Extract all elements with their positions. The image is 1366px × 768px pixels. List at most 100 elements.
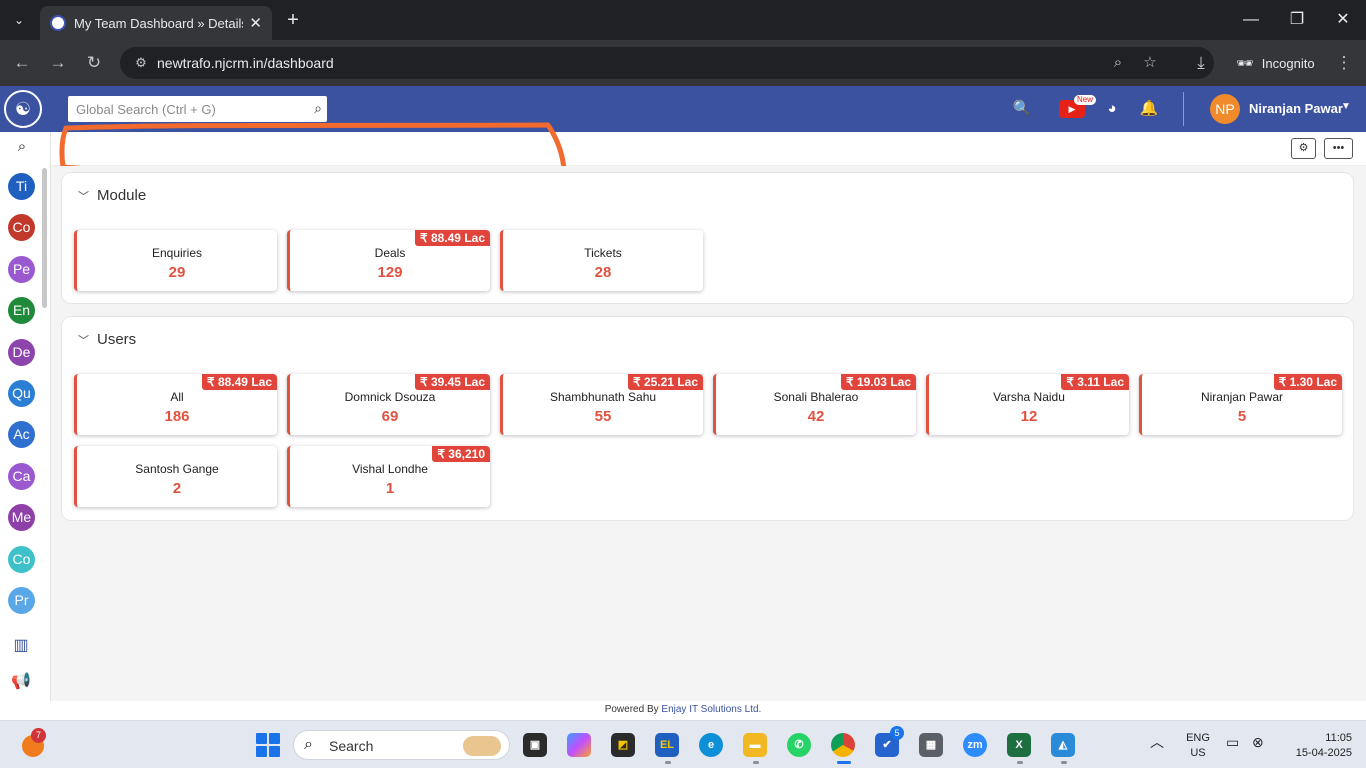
user-card-shambhunath-sahu[interactable]: ₹ 25.21 Lac Shambhunath Sahu 55 <box>500 374 703 435</box>
user-card-sonali-bhalerao[interactable]: ₹ 19.03 Lac Sonali Bhalerao 42 <box>713 374 916 435</box>
chevron-down-icon[interactable]: ﹀ <box>78 332 89 348</box>
sidebar-item-de[interactable]: De <box>8 339 35 366</box>
card-label: Varsha Naidu <box>993 390 1065 404</box>
card-count: 12 <box>1020 408 1038 425</box>
reload-icon[interactable]: ↻ <box>82 51 106 75</box>
excel-icon[interactable]: X <box>1007 733 1031 757</box>
sidebar-item-label: De <box>12 344 31 360</box>
copilot-icon[interactable] <box>567 733 591 757</box>
search-highlight-icon <box>463 736 501 756</box>
sidebar-item-me[interactable]: Me <box>8 504 35 531</box>
tab-close-icon[interactable]: ✕ <box>249 14 262 32</box>
sidebar-item-co-2[interactable]: Co <box>8 546 35 573</box>
globe-icon[interactable]: ◕ <box>1101 98 1123 120</box>
card-count: 2 <box>172 480 182 497</box>
user-card-varsha-naidu[interactable]: ₹ 3.11 Lac Varsha Naidu 12 <box>926 374 1129 435</box>
file-explorer-icon[interactable]: ▬ <box>743 733 767 757</box>
card-count: 69 <box>381 408 399 425</box>
search-icon[interactable]: ⌕ <box>314 100 322 117</box>
chevron-down-icon[interactable]: ﹀ <box>78 188 89 204</box>
footer-company-link[interactable]: Enjay IT Solutions Ltd. <box>661 704 761 715</box>
card-count: 186 <box>164 408 190 425</box>
address-bar[interactable]: ⚙ newtrafo.njcrm.in/dashboard ⌕ ☆ <box>120 47 1214 79</box>
photos-icon[interactable]: ◭ <box>1051 733 1075 757</box>
sticky-notes-icon[interactable]: ◩ <box>611 733 635 757</box>
sidebar-item-ac[interactable]: Ac <box>8 421 35 448</box>
settings-gear-icon[interactable]: ⚙ <box>1291 138 1316 159</box>
back-icon[interactable]: ← <box>10 51 34 75</box>
dashboard-content: ﹀ Module Enquiries 29 ₹ 88.49 Lac Deals … <box>51 166 1366 701</box>
global-search-input[interactable] <box>68 96 298 122</box>
sidebar-scrollbar[interactable] <box>42 168 47 308</box>
users-panel-header[interactable]: ﹀ Users <box>78 331 136 348</box>
browser-menu-icon[interactable]: ⋮ <box>1332 51 1356 75</box>
bookmark-star-icon[interactable]: ☆ <box>1140 53 1160 73</box>
sidebar-item-en[interactable]: En <box>8 297 35 324</box>
restore-icon[interactable]: ❐ <box>1285 8 1309 32</box>
bell-icon[interactable]: 🔔 <box>1138 98 1160 120</box>
whatsapp-icon[interactable]: ✆ <box>787 733 811 757</box>
sidebar-item-pr[interactable]: Pr <box>8 587 35 614</box>
minimize-icon[interactable]: — <box>1239 8 1263 32</box>
amount-badge: ₹ 88.49 Lac <box>414 230 490 246</box>
module-card-enquiries[interactable]: Enquiries 29 <box>74 230 277 291</box>
global-search[interactable]: ⌕ <box>68 96 327 122</box>
megaphone-icon[interactable]: 📢 <box>10 671 32 693</box>
sidebar-item-ca[interactable]: Ca <box>8 463 35 490</box>
forward-icon[interactable]: → <box>46 51 70 75</box>
sidebar-item-ti[interactable]: Ti <box>8 173 35 200</box>
chrome-icon[interactable] <box>831 733 855 757</box>
clock[interactable]: 11:05 15-04-2025 <box>1282 731 1352 761</box>
user-card-all[interactable]: ₹ 88.49 Lac All 186 <box>74 374 277 435</box>
sidebar-search-icon[interactable]: ⌕ <box>12 137 32 157</box>
search-icon: ⌕ <box>304 736 313 753</box>
footer-prefix: Powered By <box>604 704 659 715</box>
task-view-icon[interactable]: ▣ <box>523 733 547 757</box>
clock-date: 15-04-2025 <box>1295 747 1352 759</box>
module-panel-header[interactable]: ﹀ Module <box>78 187 146 204</box>
language-indicator[interactable]: ENG US <box>1184 731 1212 761</box>
tab-search-dropdown-icon[interactable]: ⌄ <box>6 7 32 33</box>
sidebar-item-pe[interactable]: Pe <box>8 256 35 283</box>
module-card-tickets[interactable]: Tickets 28 <box>500 230 703 291</box>
user-name[interactable]: Niranjan Pawar <box>1249 101 1343 116</box>
taskbar-search[interactable]: ⌕ Search <box>293 730 510 760</box>
browser-tab[interactable]: My Team Dashboard » Details | ✕ <box>40 6 272 40</box>
site-info-icon[interactable]: ⚙ <box>132 54 150 72</box>
network-icon[interactable]: ▭ <box>1226 735 1239 750</box>
card-count: 1 <box>385 480 395 497</box>
card-count: 129 <box>377 264 403 281</box>
user-card-domnick-dsouza[interactable]: ₹ 39.45 Lac Domnick Dsouza 69 <box>287 374 490 435</box>
sidebar-item-co[interactable]: Co <box>8 214 35 241</box>
user-card-vishal-londhe[interactable]: ₹ 36,210 Vishal Londhe 1 <box>287 446 490 507</box>
chevron-down-icon[interactable]: ▼ <box>1341 101 1351 112</box>
incognito-indicator[interactable]: 🕶 Incognito <box>1226 48 1325 78</box>
dashboard-panel-icon[interactable]: ▥ <box>10 635 32 657</box>
card-label: Deals <box>374 246 406 260</box>
more-options-icon[interactable]: ••• <box>1324 138 1353 159</box>
url-text[interactable]: newtrafo.njcrm.in/dashboard <box>157 55 334 71</box>
sidebar-item-qu[interactable]: Qu <box>8 380 35 407</box>
zoom-icon[interactable]: zm <box>963 733 987 757</box>
document-search-icon[interactable]: 🔍 <box>1011 98 1033 120</box>
calculator-icon[interactable]: ▦ <box>919 733 943 757</box>
el-app-icon[interactable]: EL <box>655 733 679 757</box>
download-icon[interactable]: ⤓ <box>1189 51 1213 75</box>
user-card-santosh-gange[interactable]: Santosh Gange 2 <box>74 446 277 507</box>
avatar[interactable]: NP <box>1210 94 1240 124</box>
module-card-deals[interactable]: ₹ 88.49 Lac Deals 129 <box>287 230 490 291</box>
chevron-up-icon[interactable]: ︿ <box>1150 735 1164 750</box>
windows-start-icon[interactable] <box>256 733 280 757</box>
edge-icon[interactable]: e <box>699 733 723 757</box>
app-logo-icon[interactable]: ☯ <box>4 90 42 128</box>
page-footer: Powered By Enjay IT Solutions Ltd. <box>0 701 1366 719</box>
new-tab-icon[interactable]: + <box>283 9 303 31</box>
close-window-icon[interactable]: ✕ <box>1331 8 1355 32</box>
sidebar-item-label: Pr <box>14 592 29 608</box>
zoom-search-icon[interactable]: ⌕ <box>1108 53 1128 73</box>
lang-top: ENG <box>1186 732 1210 744</box>
sidebar-item-label: Ac <box>13 426 30 442</box>
user-card-niranjan-pawar[interactable]: ₹ 1.30 Lac Niranjan Pawar 5 <box>1139 374 1342 435</box>
lang-bottom: US <box>1190 747 1206 759</box>
volume-muted-icon[interactable]: ⊗ <box>1252 735 1264 750</box>
